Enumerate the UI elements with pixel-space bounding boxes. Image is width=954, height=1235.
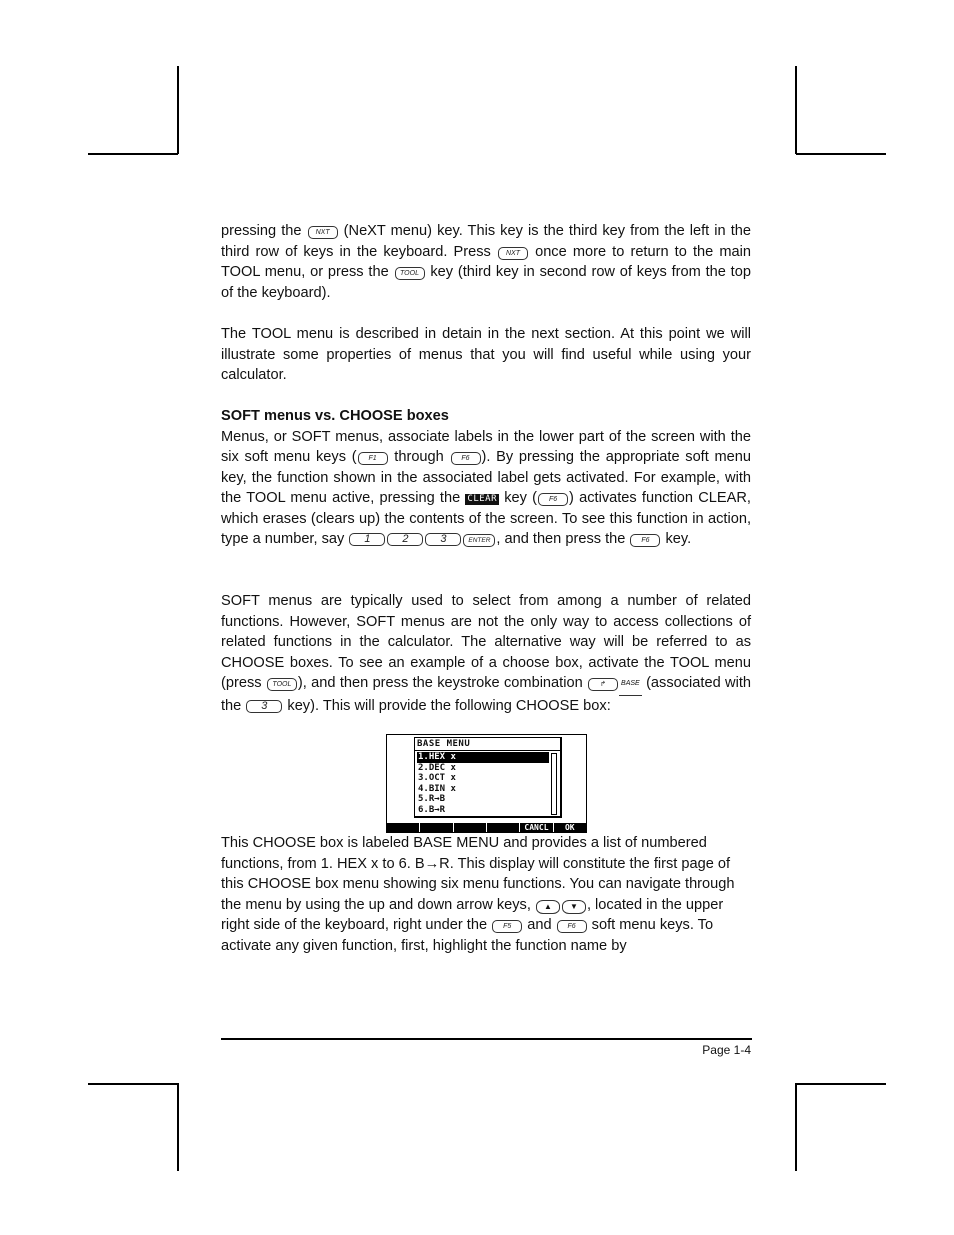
softkey-ok: OK (552, 823, 586, 832)
paragraph-tool-menu: The TOOL menu is described in detain in … (221, 324, 751, 386)
key-3-icon: 3 (425, 533, 462, 546)
right-shift-key-icon: ↱ (588, 678, 619, 691)
text: ), and then press the keystroke combinat… (297, 675, 588, 691)
crop-mark-top-right-v (795, 66, 797, 154)
f6-key-icon: F6 (538, 493, 569, 506)
clear-soft-label-icon: CLEAR (465, 494, 500, 505)
enter-key-icon: ENTER (463, 534, 496, 547)
paragraph-choose-boxes: SOFT menus are typically used to select … (221, 591, 751, 716)
paragraph-base-menu: This CHOOSE box is labeled BASE MENU and… (221, 833, 751, 956)
footer-rule (221, 1038, 752, 1040)
f6-key-icon: F6 (630, 534, 661, 547)
choose-item-r-to-b: 5.R→B (418, 794, 446, 804)
choose-item-oct: 3.OCT x (418, 773, 456, 783)
text: pressing the (221, 223, 302, 239)
page-number: Page 1-4 (702, 1043, 751, 1057)
crop-mark-bottom-left-v (177, 1083, 179, 1171)
section-soft-menus: SOFT menus vs. CHOOSE boxes Menus, or SO… (221, 406, 751, 550)
softkey-1 (387, 823, 419, 832)
key-3-icon: 3 (246, 699, 283, 713)
crop-mark-top-left-h (88, 153, 178, 155)
f6-key-icon: F6 (556, 920, 587, 933)
nxt-key-icon: NXT (497, 246, 528, 260)
text: and (523, 917, 556, 933)
text: The TOOL menu is described in detain in … (221, 326, 751, 383)
softkey-4 (485, 823, 519, 832)
tool-key-icon: TOOL (394, 267, 425, 280)
calculator-screen-choose-box: BASE MENU 1.HEX x 2.DEC x 3.OCT x 4.BIN … (386, 734, 587, 833)
text: key. (661, 531, 692, 547)
crop-mark-bottom-right-h (796, 1083, 886, 1085)
f6-key-icon: F6 (450, 452, 481, 465)
key-1-icon: 1 (349, 533, 386, 546)
text: , and then press the (496, 531, 630, 547)
choose-box: BASE MENU 1.HEX x 2.DEC x 3.OCT x 4.BIN … (414, 737, 562, 818)
base-shift-label-icon: BASE (619, 674, 642, 696)
text: key ( (499, 490, 538, 506)
soft-menu-bar: CANCL OK (387, 823, 586, 832)
paragraph-soft-menus: Menus, or SOFT menus, associate labels i… (221, 427, 751, 550)
choose-box-title: BASE MENU (417, 739, 471, 749)
text: key). This will provide the following CH… (283, 697, 611, 714)
softkey-cancel: CANCL (519, 823, 552, 832)
up-arrow-key-icon: ▲ (535, 899, 560, 914)
crop-mark-bottom-right-v (795, 1083, 797, 1171)
text: through (388, 449, 450, 465)
softkey-2 (419, 823, 452, 832)
choose-item-dec: 2.DEC x (418, 762, 456, 773)
choose-item-bin: 4.BIN x (418, 783, 456, 794)
f1-key-icon: F1 (357, 452, 388, 465)
choose-item-hex: 1.HEX x (417, 752, 549, 763)
paragraph-nxt-key: pressing the NXT (NeXT menu) key. This k… (221, 221, 751, 303)
nxt-key-icon: NXT (307, 226, 338, 239)
section-heading: SOFT menus vs. CHOOSE boxes (221, 408, 449, 424)
tool-key-icon: TOOL (266, 678, 297, 691)
crop-mark-top-left-v (177, 66, 179, 154)
key-2-icon: 2 (387, 533, 424, 546)
crop-mark-top-right-h (796, 153, 886, 155)
down-arrow-key-icon: ▼ (561, 899, 586, 914)
softkey-3 (452, 823, 486, 832)
choose-box-scrollbar (551, 753, 557, 815)
crop-mark-bottom-left-h (88, 1083, 178, 1085)
choose-item-b-to-r: 6.B→R (418, 804, 446, 815)
f5-key-icon: F5 (492, 920, 523, 933)
choose-box-list: 1.HEX x 2.DEC x 3.OCT x 4.BIN x 5.R→B 6.… (417, 752, 549, 815)
title-divider (415, 750, 560, 751)
